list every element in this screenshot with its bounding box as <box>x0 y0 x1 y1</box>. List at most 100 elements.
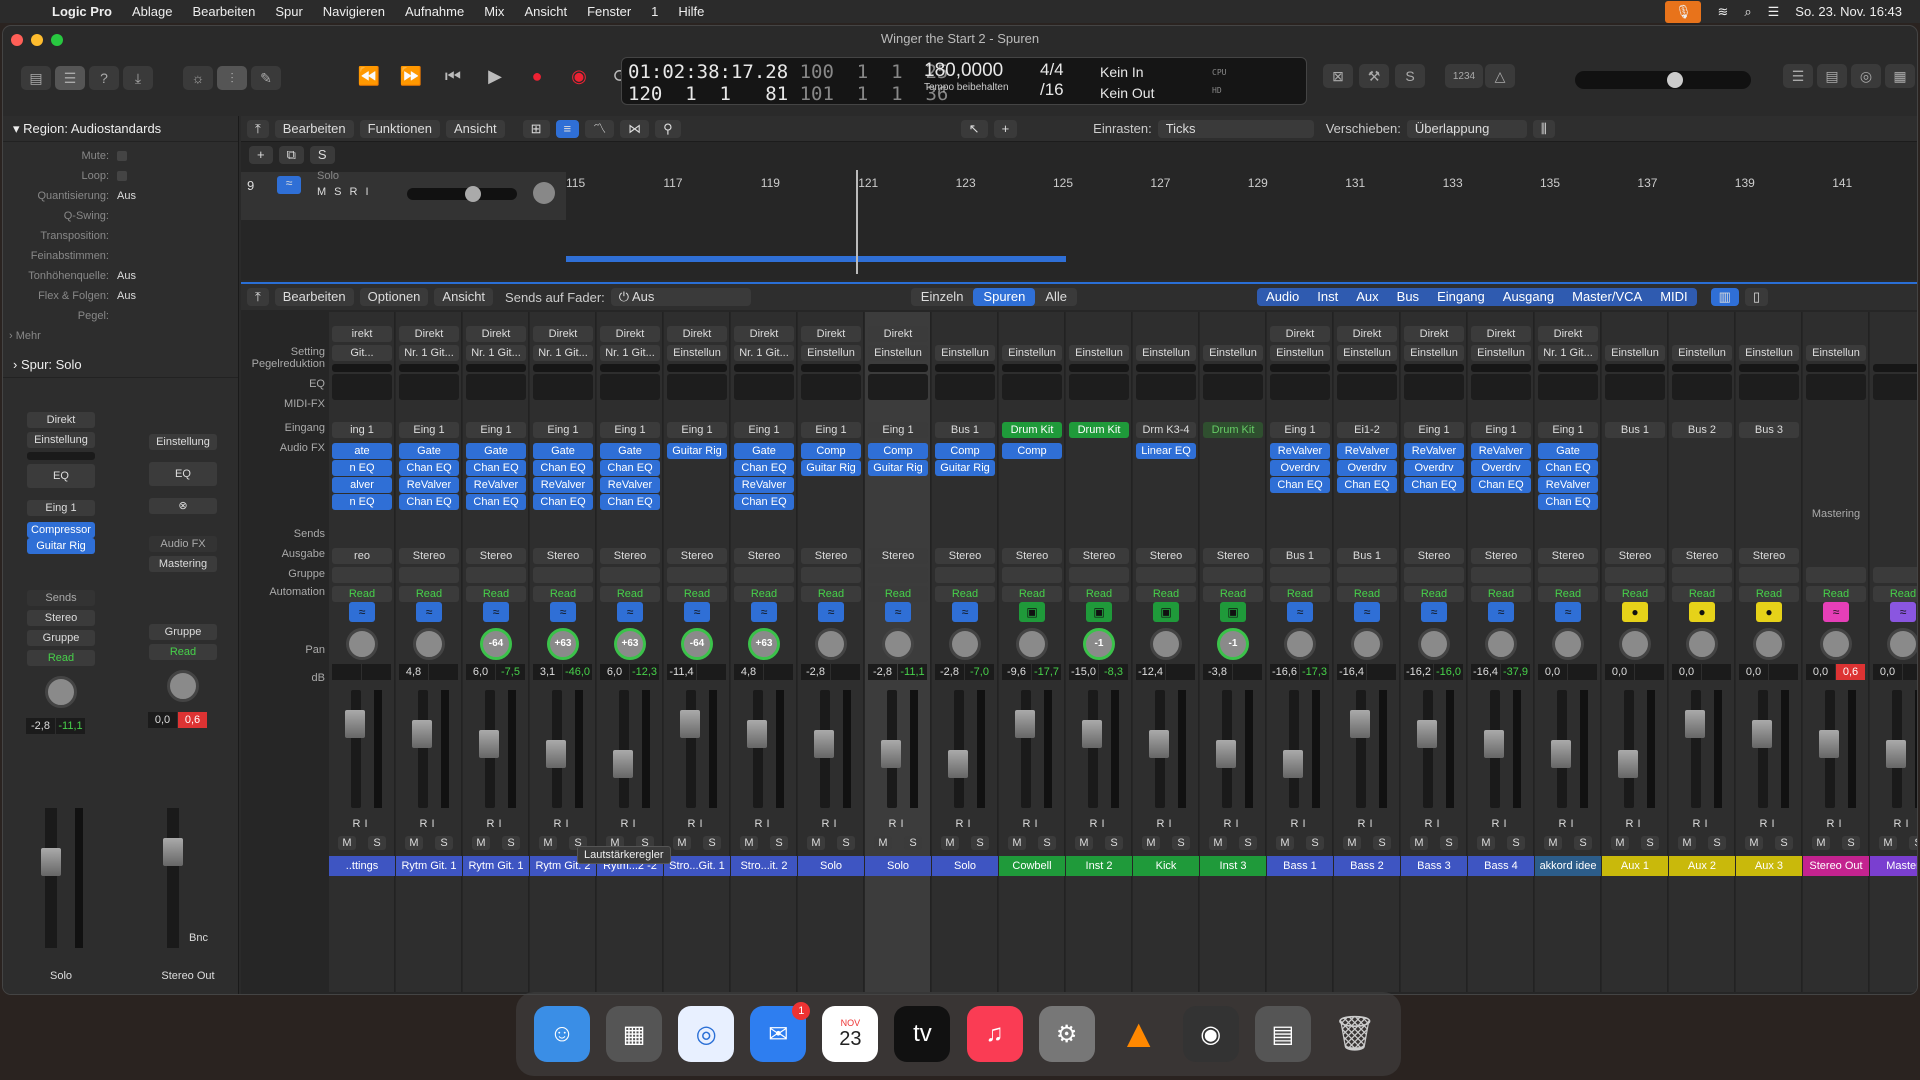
group-slot[interactable] <box>1538 567 1598 583</box>
input-slot[interactable]: Eing 1 <box>1471 422 1531 438</box>
output-slot[interactable]: Stereo <box>533 548 593 564</box>
link-icon[interactable]: ⊗ <box>149 498 217 514</box>
audio-fx-slot[interactable]: Chan EQ <box>466 494 526 510</box>
fader-cap[interactable] <box>1082 720 1102 748</box>
setting-button[interactable]: Git... <box>332 345 392 361</box>
channel-strip[interactable]: Einstellun Bus 1 Comp Guitar Rig Stereo Read ≈… <box>932 312 998 992</box>
eq-thumbnail[interactable] <box>734 374 794 400</box>
control-center-icon[interactable]: ☰ <box>1768 4 1780 20</box>
pan-knob[interactable] <box>1887 628 1917 660</box>
track-inspector-header[interactable]: › Spur: Solo <box>3 352 238 378</box>
go-to-start-button[interactable]: ⏮ <box>437 62 469 90</box>
volume-fader[interactable] <box>1551 690 1571 808</box>
output-slot[interactable]: Bus 1 <box>1337 548 1397 564</box>
audio-fx-slot[interactable]: ReValver <box>1471 443 1531 459</box>
back-arrow-icon[interactable]: ⤒ <box>247 119 269 138</box>
calendar-icon[interactable]: NOV 23 <box>822 1006 879 1062</box>
menu-0[interactable]: Ablage <box>132 4 172 19</box>
setting-button[interactable]: Einstellun <box>1337 345 1397 361</box>
filter-4[interactable]: Eingang <box>1428 288 1494 306</box>
insp2-group[interactable]: Gruppe <box>149 624 217 640</box>
eq-thumbnail[interactable] <box>1337 374 1397 400</box>
setting-button[interactable]: Einstellun <box>1672 345 1732 361</box>
duplicate-track-button[interactable]: ⧉ <box>278 146 304 164</box>
filter-1[interactable]: Inst <box>1308 288 1348 306</box>
channel-strip[interactable]: Einstellun Mastering Read ≈0,0 0,6 RI M S Stereo… <box>1803 312 1869 992</box>
group-slot[interactable] <box>399 567 459 583</box>
audio-fx-slot[interactable]: Gate <box>399 443 459 459</box>
toolbar-button[interactable]: ⤓ <box>123 66 153 90</box>
setting-button[interactable]: Einstellun <box>667 345 727 361</box>
audio-fx-slot[interactable]: Chan EQ <box>1538 460 1598 476</box>
pan-knob[interactable] <box>1284 628 1316 660</box>
narrow-strips-icon[interactable]: ▯ <box>1744 288 1769 306</box>
audio-fx-slot[interactable]: Guitar Rig <box>935 460 995 476</box>
flex-icon[interactable]: ⋈ <box>620 119 650 138</box>
pan-knob[interactable] <box>949 628 981 660</box>
record-button[interactable]: ● <box>521 62 553 90</box>
output-slot[interactable]: Stereo <box>600 548 660 564</box>
mixer-menu-0[interactable]: Bearbeiten <box>274 288 354 306</box>
setting-button[interactable]: Einstellun <box>1069 345 1129 361</box>
menu-9[interactable]: Hilfe <box>678 4 704 19</box>
ri-buttons[interactable]: RI <box>1538 818 1598 830</box>
channel-strip[interactable]: Direkt Nr. 1 Git... Eing 1 Gate Chan EQ ReVal… <box>1535 312 1601 992</box>
solo-button[interactable]: S <box>770 836 788 850</box>
input-slot[interactable]: Eing 1 <box>600 422 660 438</box>
eq-thumbnail[interactable] <box>1203 374 1263 400</box>
ri-buttons[interactable]: RI <box>667 818 727 830</box>
audio-fx-slot[interactable]: Comp <box>1002 443 1062 459</box>
mixer-button[interactable]: ⫶ <box>217 66 247 90</box>
channel-name[interactable]: Cowbell <box>999 856 1065 876</box>
fader-cap[interactable] <box>747 720 767 748</box>
pan-knob[interactable] <box>815 628 847 660</box>
direct-button[interactable]: Direkt <box>1471 326 1531 342</box>
setting-button[interactable]: Nr. 1 Git... <box>533 345 593 361</box>
output-slot[interactable]: Stereo <box>399 548 459 564</box>
audio-fx-slot[interactable]: Gate <box>734 443 794 459</box>
smart-controls-button[interactable]: ☼ <box>183 66 213 90</box>
insp-group[interactable]: Gruppe <box>27 630 95 646</box>
volume-fader[interactable] <box>1283 690 1303 808</box>
input-slot[interactable]: Bus 1 <box>1605 422 1665 438</box>
more-row[interactable]: › Mehr <box>3 326 238 346</box>
audio-fx-slot[interactable]: ReValver <box>466 477 526 493</box>
solo-button[interactable]: S <box>904 836 922 850</box>
audio-fx-slot[interactable]: alver <box>332 477 392 493</box>
automation-mode[interactable]: Read <box>466 586 526 602</box>
volume-fader[interactable] <box>412 690 432 808</box>
solo-button[interactable]: S <box>435 836 453 850</box>
pan-knob[interactable] <box>1820 628 1852 660</box>
tracks-menu-0[interactable]: Bearbeiten <box>274 119 354 138</box>
mute-button[interactable]: M <box>1879 836 1897 850</box>
setting-button[interactable]: Einstellun <box>1605 345 1665 361</box>
move-select[interactable]: Überlappung <box>1406 119 1527 138</box>
fader-cap[interactable] <box>1685 710 1705 738</box>
solo-button[interactable]: S <box>1641 836 1659 850</box>
group-slot[interactable] <box>1002 567 1062 583</box>
pan-knob[interactable] <box>1150 628 1182 660</box>
solo-button[interactable]: S <box>1172 836 1190 850</box>
audio-fx-slot[interactable]: Chan EQ <box>1270 477 1330 493</box>
automation-mode[interactable]: Read <box>1203 586 1263 602</box>
pan-knob[interactable]: +63 <box>547 628 579 660</box>
volume-fader[interactable] <box>1350 690 1370 808</box>
eq-thumbnail[interactable] <box>1069 374 1129 400</box>
output-slot[interactable]: Stereo <box>868 548 928 564</box>
safari-icon[interactable]: ◎ <box>678 1006 735 1062</box>
output-slot[interactable]: reo <box>332 548 392 564</box>
eq-thumbnail[interactable] <box>1538 374 1598 400</box>
automation-mode[interactable]: Read <box>868 586 928 602</box>
output-slot[interactable]: Stereo <box>1203 548 1263 564</box>
volume-fader[interactable] <box>747 690 767 808</box>
volume-fader[interactable] <box>1417 690 1437 808</box>
insp-pan-knob[interactable] <box>45 676 77 708</box>
group-slot[interactable] <box>332 567 392 583</box>
mute-button[interactable]: M <box>1008 836 1026 850</box>
channel-name[interactable]: Aux 3 <box>1736 856 1802 876</box>
direct-button[interactable]: Direkt <box>1404 326 1464 342</box>
setting-button[interactable]: Nr. 1 Git... <box>734 345 794 361</box>
insp-automation[interactable]: Read <box>27 650 95 666</box>
setting-button[interactable]: Nr. 1 Git... <box>1538 345 1598 361</box>
mute-button[interactable]: M <box>941 836 959 850</box>
